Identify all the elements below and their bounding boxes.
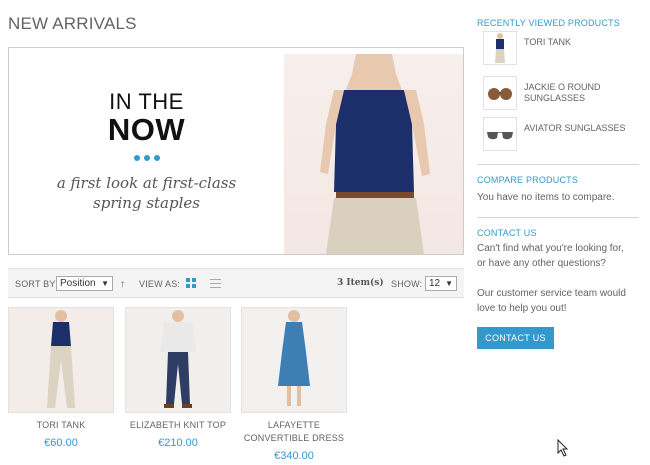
sort-direction-icon[interactable]: ↑: [120, 279, 125, 290]
sort-by-label: SORT BY:: [15, 279, 58, 289]
page-title: NEW ARRIVALS: [8, 14, 137, 33]
show-label: SHOW:: [391, 279, 423, 289]
tank-top-thumbnail-icon[interactable]: [483, 31, 517, 65]
compare-empty-text: You have no items to compare.: [477, 192, 615, 203]
product-name[interactable]: TORI TANK: [8, 419, 114, 432]
contact-us-text: Can't find what you're looking for, or h…: [477, 241, 639, 316]
product-card[interactable]: TORI TANK €60.00: [8, 307, 114, 449]
recently-viewed-name-line2: SUNGLASSES: [524, 93, 586, 103]
contact-text-line1: Can't find what you're looking for,: [477, 243, 624, 254]
contact-us-title: CONTACT US: [477, 228, 537, 238]
model-illustration: [320, 54, 430, 254]
product-price: €340.00: [274, 450, 314, 462]
banner-headline-line2: NOW: [107, 112, 186, 147]
chevron-down-icon: ▼: [101, 279, 109, 288]
mouse-cursor-icon: [557, 439, 569, 457]
promo-banner[interactable]: IN THE NOW a first look at first-class s…: [8, 47, 464, 255]
contact-text-line2: or have any other questions?: [477, 258, 606, 269]
sidebar-divider: [477, 164, 639, 165]
item-count: 3 Item(s): [337, 278, 384, 288]
banner-model-photo: [284, 54, 463, 254]
contact-text-line4: love to help you out!: [477, 303, 567, 314]
product-name-line1: LAFAYETTE: [267, 420, 321, 430]
recently-viewed-title: RECENTLY VIEWED PRODUCTS: [477, 18, 620, 28]
tori-tank-model: [9, 308, 113, 412]
product-card[interactable]: LAFAYETTE CONVERTIBLE DRESS €340.00: [241, 307, 347, 462]
banner-tagline-line2: spring staples: [93, 194, 200, 212]
aviator-sunglasses-thumbnail-icon[interactable]: [483, 117, 517, 151]
product-image[interactable]: [241, 307, 347, 413]
chevron-down-icon: ▼: [445, 279, 453, 288]
product-toolbar: SORT BY: Position ▼ ↑ VIEW AS: 3 Item(s)…: [8, 268, 464, 298]
recently-viewed-item[interactable]: AVIATOR SUNGLASSES: [483, 117, 641, 151]
sort-by-select[interactable]: Position ▼: [56, 276, 113, 291]
recently-viewed-name-line1: JACKIE O ROUND: [524, 82, 601, 92]
product-name-line2: CONVERTIBLE DRESS: [243, 433, 345, 443]
show-limit-select[interactable]: 12 ▼: [425, 276, 457, 291]
list-view-icon[interactable]: [210, 279, 221, 288]
show-limit-value: 12: [429, 278, 441, 289]
grid-view-icon[interactable]: [186, 278, 196, 288]
product-card[interactable]: ELIZABETH KNIT TOP €210.00: [125, 307, 231, 449]
recently-viewed-name[interactable]: JACKIE O ROUND SUNGLASSES: [524, 82, 639, 104]
elizabeth-knit-top-model: [126, 308, 230, 412]
banner-tagline-line1: a first look at first-class: [56, 174, 237, 192]
lafayette-dress-model: [242, 308, 346, 412]
recently-viewed-name[interactable]: TORI TANK: [524, 37, 639, 48]
product-price: €60.00: [44, 437, 78, 449]
recently-viewed-item[interactable]: JACKIE O ROUND SUNGLASSES: [483, 76, 641, 110]
contact-us-button[interactable]: CONTACT US: [477, 327, 554, 349]
recently-viewed-item[interactable]: TORI TANK: [483, 31, 641, 65]
round-sunglasses-thumbnail-icon[interactable]: [483, 76, 517, 110]
product-name[interactable]: LAFAYETTE CONVERTIBLE DRESS: [241, 419, 347, 445]
product-price: €210.00: [158, 437, 198, 449]
banner-text-block: IN THE NOW a first look at first-class s…: [9, 48, 284, 254]
product-image[interactable]: [125, 307, 231, 413]
view-as-label: VIEW AS:: [139, 279, 181, 289]
sort-by-value: Position: [60, 278, 96, 289]
recently-viewed-name[interactable]: AVIATOR SUNGLASSES: [524, 123, 639, 134]
product-image[interactable]: [8, 307, 114, 413]
compare-products-title: COMPARE PRODUCTS: [477, 175, 579, 185]
product-name[interactable]: ELIZABETH KNIT TOP: [125, 419, 231, 432]
banner-dots: [134, 155, 160, 163]
contact-text-line3: Our customer service team would: [477, 288, 626, 299]
banner-tagline: a first look at first-class spring stapl…: [9, 173, 284, 213]
sidebar-divider: [477, 217, 639, 218]
